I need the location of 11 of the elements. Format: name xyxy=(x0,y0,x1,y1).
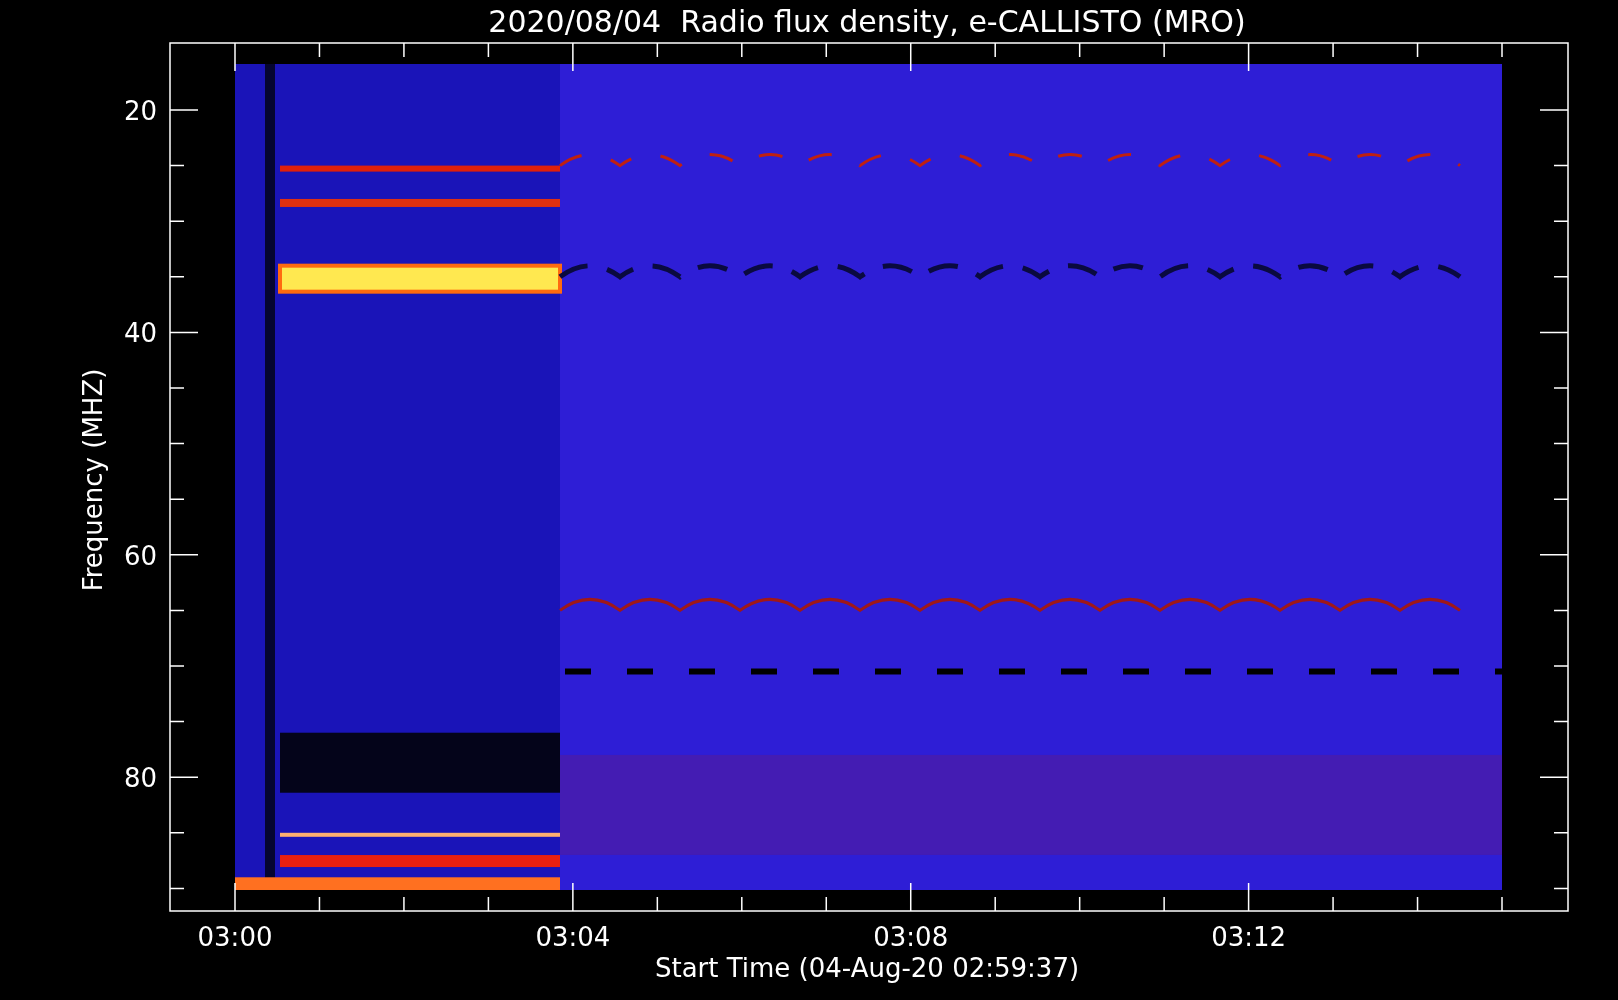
y-tick-label: 80 xyxy=(123,763,157,794)
y-tick-label: 60 xyxy=(123,540,157,571)
y-tick-label: 40 xyxy=(123,318,157,349)
x-tick-label: 03:12 xyxy=(1211,922,1287,952)
x-axis-label: Start Time (04-Aug-20 02:59:37) xyxy=(654,953,1080,983)
y-axis-label: Frequency (MHZ) xyxy=(78,368,108,592)
x-tick-label: 03:08 xyxy=(873,922,949,952)
x-tick-label: 03:04 xyxy=(535,922,611,952)
y-tick-label: 20 xyxy=(123,96,157,126)
x-tick-label: 03:00 xyxy=(197,922,273,952)
plot-title: 2020/08/04 Radio flux density, e-CALLISTO (MRO) xyxy=(488,4,1246,39)
